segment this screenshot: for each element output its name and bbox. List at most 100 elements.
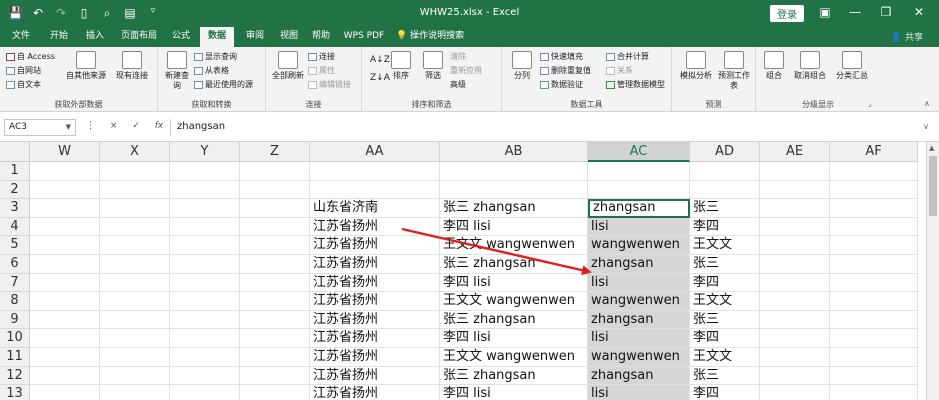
scrollbar-thumb[interactable] [929, 156, 937, 216]
cell-ab1[interactable] [440, 162, 588, 181]
cell-aa6[interactable]: 江苏省扬州 [310, 255, 440, 274]
column-header-ad[interactable]: AD [690, 142, 760, 162]
cell-w13[interactable] [30, 385, 100, 400]
cell-ae1[interactable] [760, 162, 830, 181]
cancel-edit-icon[interactable]: × [110, 121, 118, 131]
cell-y3[interactable] [170, 199, 240, 218]
cell-ac5[interactable]: wangwenwen [588, 236, 690, 255]
cell-x12[interactable] [100, 366, 170, 386]
what-if-analysis-button[interactable]: 模拟分析 [678, 51, 714, 81]
cell-ac1[interactable] [588, 162, 690, 181]
subtotal-button[interactable]: 分类汇总 [832, 51, 872, 81]
cell-x3[interactable] [100, 199, 170, 218]
cell-x1[interactable] [100, 162, 170, 181]
cell-ad8[interactable]: 王文文 [690, 292, 760, 311]
remove-duplicates-button[interactable]: 删除重复值 [540, 65, 591, 76]
forecast-sheet-button[interactable]: 预测工作表 [716, 51, 752, 91]
cell-aa7[interactable]: 江苏省扬州 [310, 273, 440, 293]
consolidate-button[interactable]: 合并计算 [606, 51, 649, 62]
cell-ad10[interactable]: 李四 [690, 329, 760, 348]
clear-filter-button[interactable]: 清除 [450, 51, 466, 62]
scroll-up-icon[interactable]: ▲ [929, 144, 934, 152]
group-button[interactable]: 组合 [760, 51, 788, 81]
cell-ac3[interactable]: zhangsan [588, 199, 690, 218]
cell-x5[interactable] [100, 236, 170, 255]
cell-ae6[interactable] [760, 255, 830, 274]
column-header-ac[interactable]: AC [588, 142, 690, 162]
cell-ab6[interactable]: 张三 zhangsan [440, 255, 588, 274]
cell-ab11[interactable]: 王文文 wangwenwen [440, 348, 588, 367]
row-header-10[interactable]: 10 [0, 329, 30, 348]
cell-aa5[interactable]: 江苏省扬州 [310, 236, 440, 255]
close-icon[interactable]: ✕ [910, 5, 928, 19]
cell-x6[interactable] [100, 255, 170, 274]
cell-af2[interactable] [830, 180, 918, 200]
cell-y4[interactable] [170, 217, 240, 237]
existing-connections-button[interactable]: 现有连接 [112, 51, 152, 81]
cell-y12[interactable] [170, 366, 240, 386]
cell-z7[interactable] [240, 273, 310, 293]
cell-ae4[interactable] [760, 217, 830, 237]
cell-y6[interactable] [170, 255, 240, 274]
properties-button[interactable]: 属性 [308, 65, 335, 76]
cell-ac9[interactable]: zhangsan [588, 310, 690, 330]
cell-ab8[interactable]: 王文文 wangwenwen [440, 292, 588, 311]
cell-ae11[interactable] [760, 348, 830, 367]
cell-w6[interactable] [30, 255, 100, 274]
share-button[interactable]: 👤 共享 [891, 30, 923, 43]
formula-input[interactable]: zhangsan [170, 119, 929, 136]
cell-ae7[interactable] [760, 273, 830, 293]
new-query-button[interactable]: 新建查询 [162, 51, 192, 91]
cell-ab10[interactable]: 李四 lisi [440, 329, 588, 348]
cell-ad13[interactable]: 李四 [690, 385, 760, 400]
cell-ab5[interactable]: 王文文 wangwenwen [440, 236, 588, 255]
tab-data[interactable]: 数据 [200, 27, 234, 47]
cell-af12[interactable] [830, 366, 918, 386]
cell-w9[interactable] [30, 310, 100, 330]
refresh-all-button[interactable]: 全部刷新 [270, 51, 306, 81]
cell-ad4[interactable]: 李四 [690, 217, 760, 237]
tab-view[interactable]: 视图 [274, 27, 304, 47]
cell-x9[interactable] [100, 310, 170, 330]
cell-ad11[interactable]: 王文文 [690, 348, 760, 367]
cell-ac7[interactable]: lisi [588, 273, 690, 293]
cell-aa1[interactable] [310, 162, 440, 181]
sort-descending-icon[interactable]: Z↓A [370, 73, 390, 83]
tab-help[interactable]: 帮助 [306, 27, 336, 47]
cell-z1[interactable] [240, 162, 310, 181]
cell-ab7[interactable]: 李四 lisi [440, 273, 588, 293]
cell-af11[interactable] [830, 348, 918, 367]
minimize-icon[interactable]: — [846, 5, 864, 19]
row-header-5[interactable]: 5 [0, 236, 30, 255]
cell-y7[interactable] [170, 273, 240, 293]
cell-af10[interactable] [830, 329, 918, 348]
cell-ad1[interactable] [690, 162, 760, 181]
cell-aa8[interactable]: 江苏省扬州 [310, 292, 440, 311]
cell-aa2[interactable] [310, 180, 440, 200]
cell-ac11[interactable]: wangwenwen [588, 348, 690, 367]
manage-data-model-button[interactable]: 管理数据模型 [606, 79, 665, 90]
cell-aa13[interactable]: 江苏省扬州 [310, 385, 440, 400]
cell-ae10[interactable] [760, 329, 830, 348]
cell-x2[interactable] [100, 180, 170, 200]
ribbon-display-icon[interactable]: ▣ [816, 5, 834, 19]
from-web-button[interactable]: 自网站 [6, 65, 41, 76]
cell-aa9[interactable]: 江苏省扬州 [310, 310, 440, 330]
cell-ae2[interactable] [760, 180, 830, 200]
ungroup-button[interactable]: 取消组合 [790, 51, 830, 81]
cell-z12[interactable] [240, 366, 310, 386]
collapse-ribbon-icon[interactable]: ∧ [924, 99, 930, 108]
cell-ac13[interactable]: lisi [588, 385, 690, 400]
tab-file[interactable]: 文件 [6, 27, 36, 47]
cell-ab9[interactable]: 张三 zhangsan [440, 310, 588, 330]
cell-y5[interactable] [170, 236, 240, 255]
cell-z4[interactable] [240, 217, 310, 237]
column-header-w[interactable]: W [30, 142, 100, 162]
sort-ascending-icon[interactable]: A↓Z [370, 55, 390, 65]
cell-z11[interactable] [240, 348, 310, 367]
row-header-9[interactable]: 9 [0, 310, 30, 330]
cell-af1[interactable] [830, 162, 918, 181]
dialog-launcher-icon[interactable]: ⌟ [868, 99, 872, 108]
cell-z6[interactable] [240, 255, 310, 274]
data-validation-button[interactable]: 数据验证 [540, 79, 583, 90]
